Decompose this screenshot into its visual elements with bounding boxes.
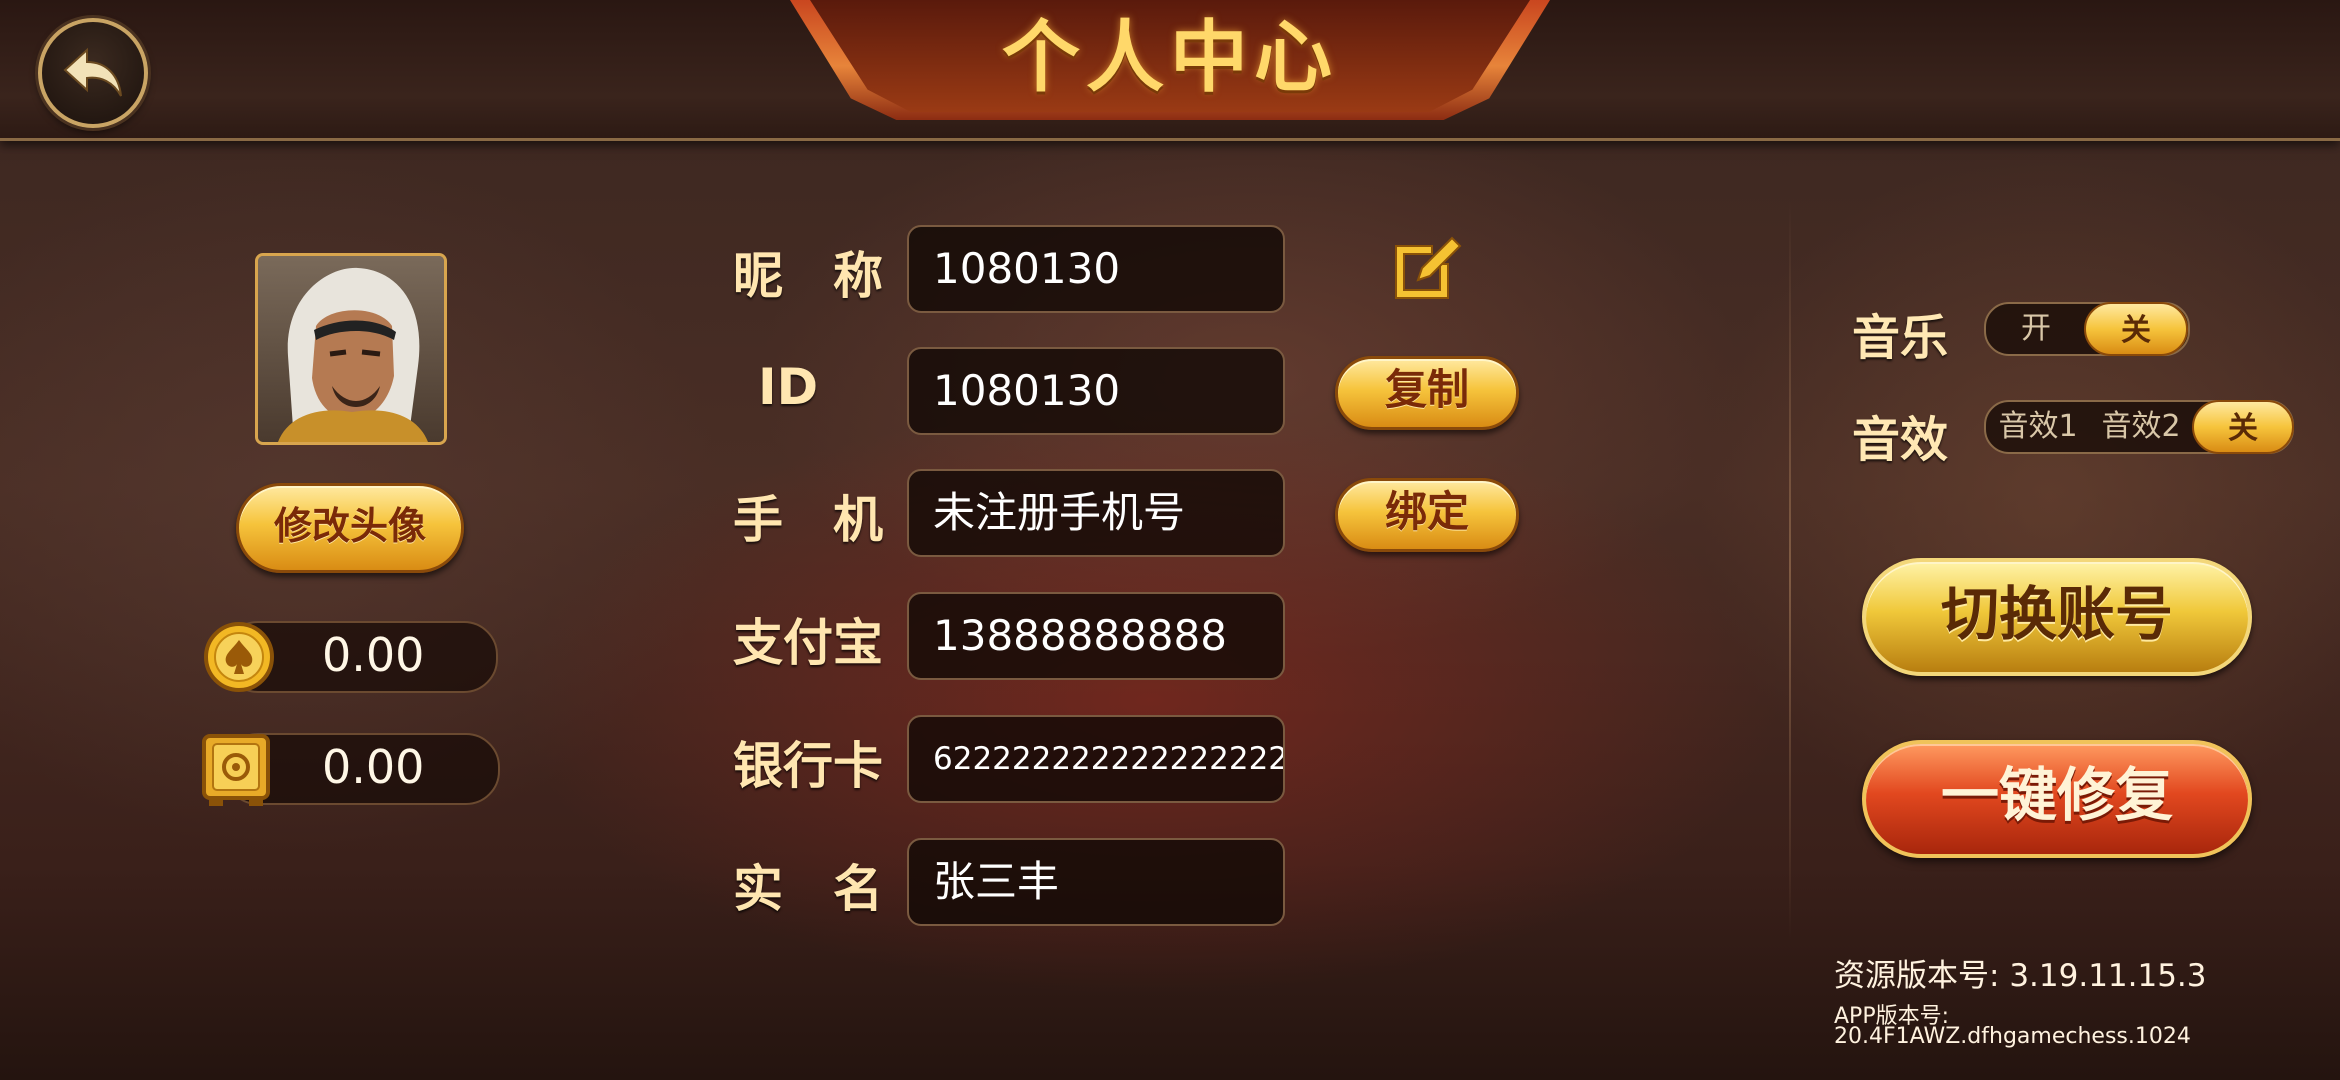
bind-phone-button[interactable]: 绑定 bbox=[1335, 478, 1519, 552]
gold-balance: 0.00 bbox=[322, 628, 425, 682]
alipay-label: 支付宝 bbox=[733, 614, 883, 672]
resource-version: 资源版本号: 3.19.11.15.3 bbox=[1834, 950, 2207, 995]
switch-account-button[interactable]: 切换账号 bbox=[1862, 558, 2252, 676]
real-name-label: 实名 bbox=[733, 860, 883, 918]
bank-card-label: 银行卡 bbox=[733, 737, 883, 795]
nickname-field: 1080130 bbox=[907, 225, 1285, 313]
column-divider bbox=[1789, 200, 1791, 940]
real-name-field: 张三丰 bbox=[907, 838, 1285, 926]
id-field: 1080130 bbox=[907, 347, 1285, 435]
app-version-value: 20.4F1AWZ.dfhgamechess.1024 bbox=[1834, 1024, 2191, 1049]
edit-pencil-icon[interactable] bbox=[1384, 228, 1466, 310]
music-toggle[interactable]: 开 关 bbox=[1984, 302, 2190, 356]
music-label: 音乐 bbox=[1852, 310, 1949, 366]
safe-box-icon bbox=[202, 734, 270, 806]
resource-version-label: 资源版本号: bbox=[1834, 958, 2000, 994]
id-label: ID bbox=[758, 358, 819, 416]
nickname-label: 昵称 bbox=[733, 247, 883, 305]
spade-coin-icon bbox=[204, 622, 274, 692]
resource-version-value: 3.19.11.15.3 bbox=[2009, 958, 2207, 994]
phone-field: 未注册手机号 bbox=[907, 469, 1285, 557]
sfx-label: 音效 bbox=[1852, 412, 1949, 468]
back-button[interactable] bbox=[38, 18, 148, 128]
back-arrow-icon bbox=[63, 47, 122, 97]
avatar-portrait bbox=[258, 256, 444, 442]
sfx-option-1[interactable]: 音效1 bbox=[1986, 402, 2090, 452]
one-click-repair-button[interactable]: 一键修复 bbox=[1862, 740, 2252, 858]
copy-id-button[interactable]: 复制 bbox=[1335, 356, 1519, 430]
safe-balance: 0.00 bbox=[322, 740, 425, 794]
alipay-field: 13888888888 bbox=[907, 592, 1285, 680]
sfx-toggle[interactable]: 音效1 音效2 关 bbox=[1984, 400, 2294, 454]
music-on-option[interactable]: 开 bbox=[1986, 304, 2086, 354]
sfx-option-2[interactable]: 音效2 bbox=[2090, 402, 2192, 452]
change-avatar-button[interactable]: 修改头像 bbox=[236, 483, 464, 573]
phone-label: 手机 bbox=[733, 491, 883, 549]
page-title: 个人中心 bbox=[1001, 13, 1338, 103]
music-off-option[interactable]: 关 bbox=[2084, 302, 2188, 356]
bank-card-field: 6222222222222222222 bbox=[907, 715, 1285, 803]
sfx-off-option[interactable]: 关 bbox=[2192, 400, 2294, 454]
avatar bbox=[255, 253, 447, 445]
